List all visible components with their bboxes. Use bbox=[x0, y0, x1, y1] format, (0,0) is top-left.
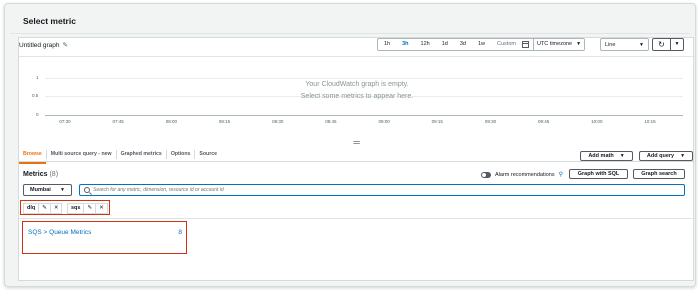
x-tick-label: 10:00 bbox=[591, 119, 603, 124]
region-select[interactable]: Mumbai ▼ bbox=[23, 184, 72, 196]
refresh-options-caret-icon[interactable]: ▼ bbox=[670, 39, 683, 50]
refresh-icon[interactable]: ↻ bbox=[653, 39, 670, 50]
add-math-button[interactable]: Add math ▼ bbox=[580, 151, 633, 161]
alarm-recommendations-label: Alarm recommendations bbox=[495, 171, 555, 178]
chart-type-select[interactable]: Line ▼ bbox=[600, 38, 649, 51]
results-highlight: SQS > Queue Metrics 8 bbox=[22, 221, 187, 254]
caret-down-icon: ▼ bbox=[619, 153, 625, 159]
x-tick-label: 08:00 bbox=[165, 119, 177, 124]
time-range-selector: 1h 3h 12h 1d 3d 1w Custom UTC timezone ▼ bbox=[377, 38, 586, 51]
graph-title[interactable]: Untitled graph ✎ bbox=[19, 41, 68, 50]
alarm-recommendations-toggle[interactable] bbox=[481, 171, 491, 178]
graph-with-sql-label: Graph with SQL bbox=[577, 171, 620, 177]
refresh-button-group: ↻ ▼ bbox=[652, 38, 684, 51]
x-tick-label: 07:30 bbox=[59, 119, 71, 124]
graph-title-text: Untitled graph bbox=[19, 41, 60, 49]
metric-search-input[interactable] bbox=[93, 187, 673, 193]
graph-search-label: Graph search bbox=[641, 171, 677, 177]
x-tick-label: 08:45 bbox=[325, 119, 337, 124]
x-tick-label: 08:15 bbox=[218, 119, 231, 124]
x-tick-label: 09:30 bbox=[484, 119, 497, 124]
search-icon bbox=[84, 187, 90, 193]
tab-graphed-metrics[interactable]: Graphed metrics bbox=[117, 149, 167, 159]
metrics-count: (8) bbox=[49, 171, 59, 178]
namespace-link-sqs-queue-metrics[interactable]: SQS > Queue Metrics bbox=[28, 229, 91, 236]
range-1h[interactable]: 1h bbox=[378, 39, 396, 50]
timezone-select[interactable]: UTC timezone ▼ bbox=[532, 39, 584, 50]
resize-handle[interactable]: == bbox=[353, 140, 360, 147]
filter-token-label: dlq bbox=[27, 205, 36, 211]
add-query-button[interactable]: Add query ▼ bbox=[639, 151, 693, 161]
select-metric-dialog: Select metric Untitled graph ✎ 1h 3h 12h… bbox=[4, 3, 696, 287]
metrics-heading: Metrics (8) bbox=[23, 171, 58, 178]
filter-token-label: sqs bbox=[71, 205, 81, 211]
range-1d[interactable]: 1d bbox=[436, 39, 454, 50]
range-1w[interactable]: 1w bbox=[472, 39, 491, 50]
tab-source[interactable]: Source bbox=[195, 150, 221, 159]
empty-graph-message: Your CloudWatch graph is empty. bbox=[305, 81, 409, 88]
filter-token-sqs: sqs ✎ ✕ bbox=[67, 203, 108, 214]
remove-filter-icon[interactable]: ✕ bbox=[95, 204, 107, 213]
x-tick-label: 09:00 bbox=[378, 119, 390, 124]
x-tick-label: 09:15 bbox=[431, 119, 443, 124]
active-tab-indicator bbox=[19, 162, 46, 164]
chart-type-value: Line bbox=[605, 41, 616, 48]
metric-search-box bbox=[79, 184, 685, 196]
y-tick-0: 0 bbox=[36, 112, 39, 117]
x-tick-label: 07:45 bbox=[112, 119, 124, 124]
caret-down-icon: ▼ bbox=[60, 187, 65, 193]
region-value: Mumbai bbox=[30, 187, 51, 193]
tab-multi-source-query[interactable]: Multi source query - new bbox=[47, 149, 117, 159]
x-axis-line bbox=[45, 115, 683, 116]
graph-search-button[interactable]: Graph search bbox=[633, 169, 685, 179]
caret-down-icon: ▼ bbox=[639, 41, 644, 48]
tab-browse[interactable]: Browse bbox=[19, 149, 47, 159]
active-filters-highlight: dlq ✎ ✕ sqs ✎ ✕ bbox=[20, 200, 110, 215]
metric-panel: Untitled graph ✎ 1h 3h 12h 1d 3d 1w Cust… bbox=[18, 37, 695, 281]
range-3d[interactable]: 3d bbox=[454, 39, 472, 50]
tab-options[interactable]: Options bbox=[167, 149, 196, 159]
namespace-metric-count: 8 bbox=[178, 229, 182, 236]
add-math-label: Add math bbox=[588, 153, 614, 159]
empty-graph-hint: Select some metrics to appear here. bbox=[300, 93, 414, 100]
dialog-title: Select metric bbox=[23, 16, 76, 26]
results-divider bbox=[19, 218, 695, 219]
caret-down-icon: ▼ bbox=[576, 41, 582, 47]
remove-filter-icon[interactable]: ✕ bbox=[49, 204, 62, 213]
y-tick-1: 1 bbox=[36, 75, 39, 80]
title-divider bbox=[10, 33, 690, 34]
x-tick-label: 08:30 bbox=[272, 119, 284, 124]
caret-down-icon: ▼ bbox=[680, 153, 686, 159]
range-12h[interactable]: 12h bbox=[415, 39, 436, 50]
edit-pencil-icon[interactable]: ✎ bbox=[62, 41, 67, 49]
edit-pencil-icon[interactable]: ✎ bbox=[38, 204, 50, 213]
lightbulb-icon[interactable]: ⚲ bbox=[559, 171, 563, 178]
edit-pencil-icon[interactable]: ✎ bbox=[83, 204, 95, 213]
add-query-label: Add query bbox=[646, 153, 675, 159]
filter-token-dlq: dlq ✎ ✕ bbox=[23, 203, 63, 214]
graph-with-sql-button[interactable]: Graph with SQL bbox=[569, 169, 628, 179]
metrics-label: Metrics bbox=[23, 171, 48, 178]
x-tick-label: 10:15 bbox=[644, 119, 656, 124]
graph-area: 1 0.5 0 Your CloudWatch graph is empty. … bbox=[19, 56, 695, 144]
x-tick-label: 09:45 bbox=[537, 119, 550, 124]
timezone-value: UTC timezone bbox=[536, 41, 573, 47]
range-custom[interactable]: Custom bbox=[491, 39, 522, 50]
range-3h[interactable]: 3h bbox=[396, 39, 414, 50]
gridline-top bbox=[45, 78, 683, 79]
alarm-recommendations: Alarm recommendations ⚲ bbox=[481, 171, 563, 178]
calendar-icon[interactable] bbox=[521, 41, 529, 48]
